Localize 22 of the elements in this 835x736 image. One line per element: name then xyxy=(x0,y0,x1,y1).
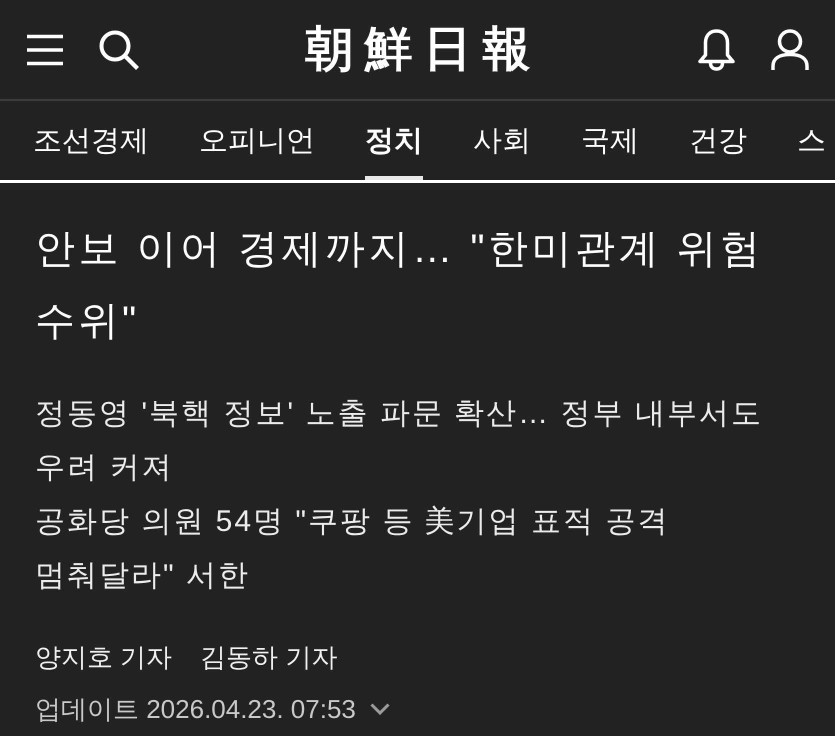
article-subheadline: 공화당 의원 54명 "쿠팡 등 美기업 표적 공격 멈춰달라" 서한 xyxy=(35,504,670,594)
newspaper-logo[interactable]: 朝鮮日報 xyxy=(294,26,542,74)
account-button[interactable] xyxy=(771,28,809,70)
user-icon xyxy=(771,28,809,70)
search-icon xyxy=(99,30,139,70)
article-headline: 안보 이어 경제까지… "한미관계 위험 수위" xyxy=(35,226,765,345)
section-tab[interactable]: 사회 xyxy=(473,101,531,180)
section-tab[interactable]: 국제 xyxy=(581,101,639,180)
update-time-toggle[interactable]: 업데이트 2026.04.23. 07:53 xyxy=(35,691,390,727)
article-subheadline: 정동영 '북핵 정보' 노출 파문 확산… 정부 내부서도 우려 커져 xyxy=(35,396,764,486)
menu-icon xyxy=(27,34,63,66)
bell-icon xyxy=(698,28,735,70)
section-tab[interactable]: 건강 xyxy=(689,101,747,180)
section-tab[interactable]: 조선경제 xyxy=(33,101,149,180)
menu-button[interactable] xyxy=(27,34,63,66)
notifications-button[interactable] xyxy=(698,28,735,70)
section-tab[interactable]: 오피니언 xyxy=(199,101,315,180)
author-byline: 김동하 기자 xyxy=(200,641,338,674)
section-tab[interactable]: 스 xyxy=(797,101,826,180)
section-tab[interactable]: 정치 xyxy=(365,101,423,180)
author-byline: 양지호 기자 xyxy=(35,641,172,674)
search-button[interactable] xyxy=(99,30,139,70)
